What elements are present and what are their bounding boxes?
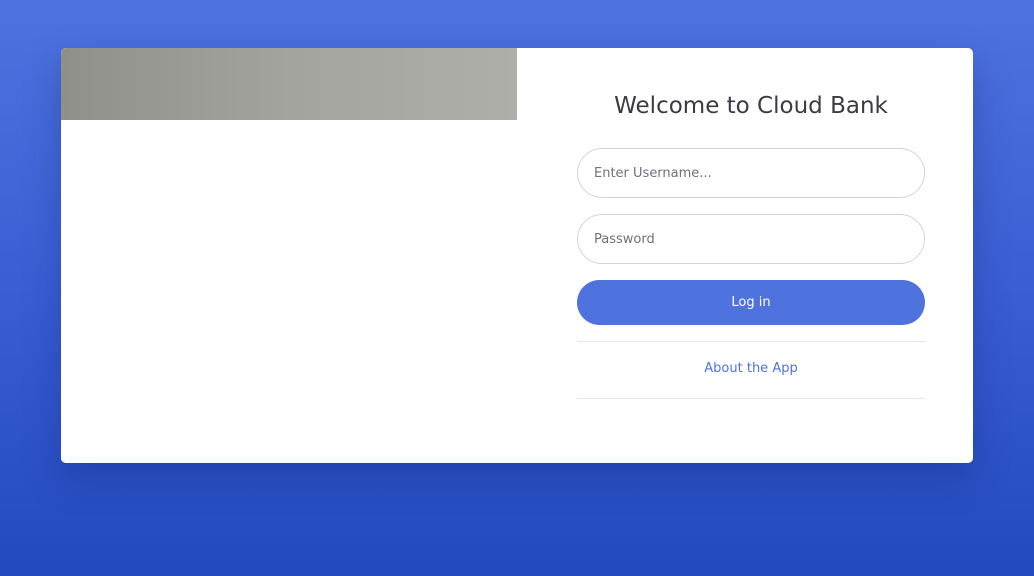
login-button[interactable]: Log in [577, 280, 925, 325]
login-background-image [61, 48, 517, 120]
login-image-panel [61, 48, 517, 463]
username-input[interactable] [577, 148, 925, 198]
divider [577, 341, 925, 342]
password-input[interactable] [577, 214, 925, 264]
page-title: Welcome to Cloud Bank [614, 93, 888, 119]
login-form: Welcome to Cloud Bank Log in About the A… [577, 48, 925, 463]
about-app-link[interactable]: About the App [577, 361, 925, 376]
login-card: Welcome to Cloud Bank Log in About the A… [61, 48, 973, 463]
divider [577, 398, 925, 399]
